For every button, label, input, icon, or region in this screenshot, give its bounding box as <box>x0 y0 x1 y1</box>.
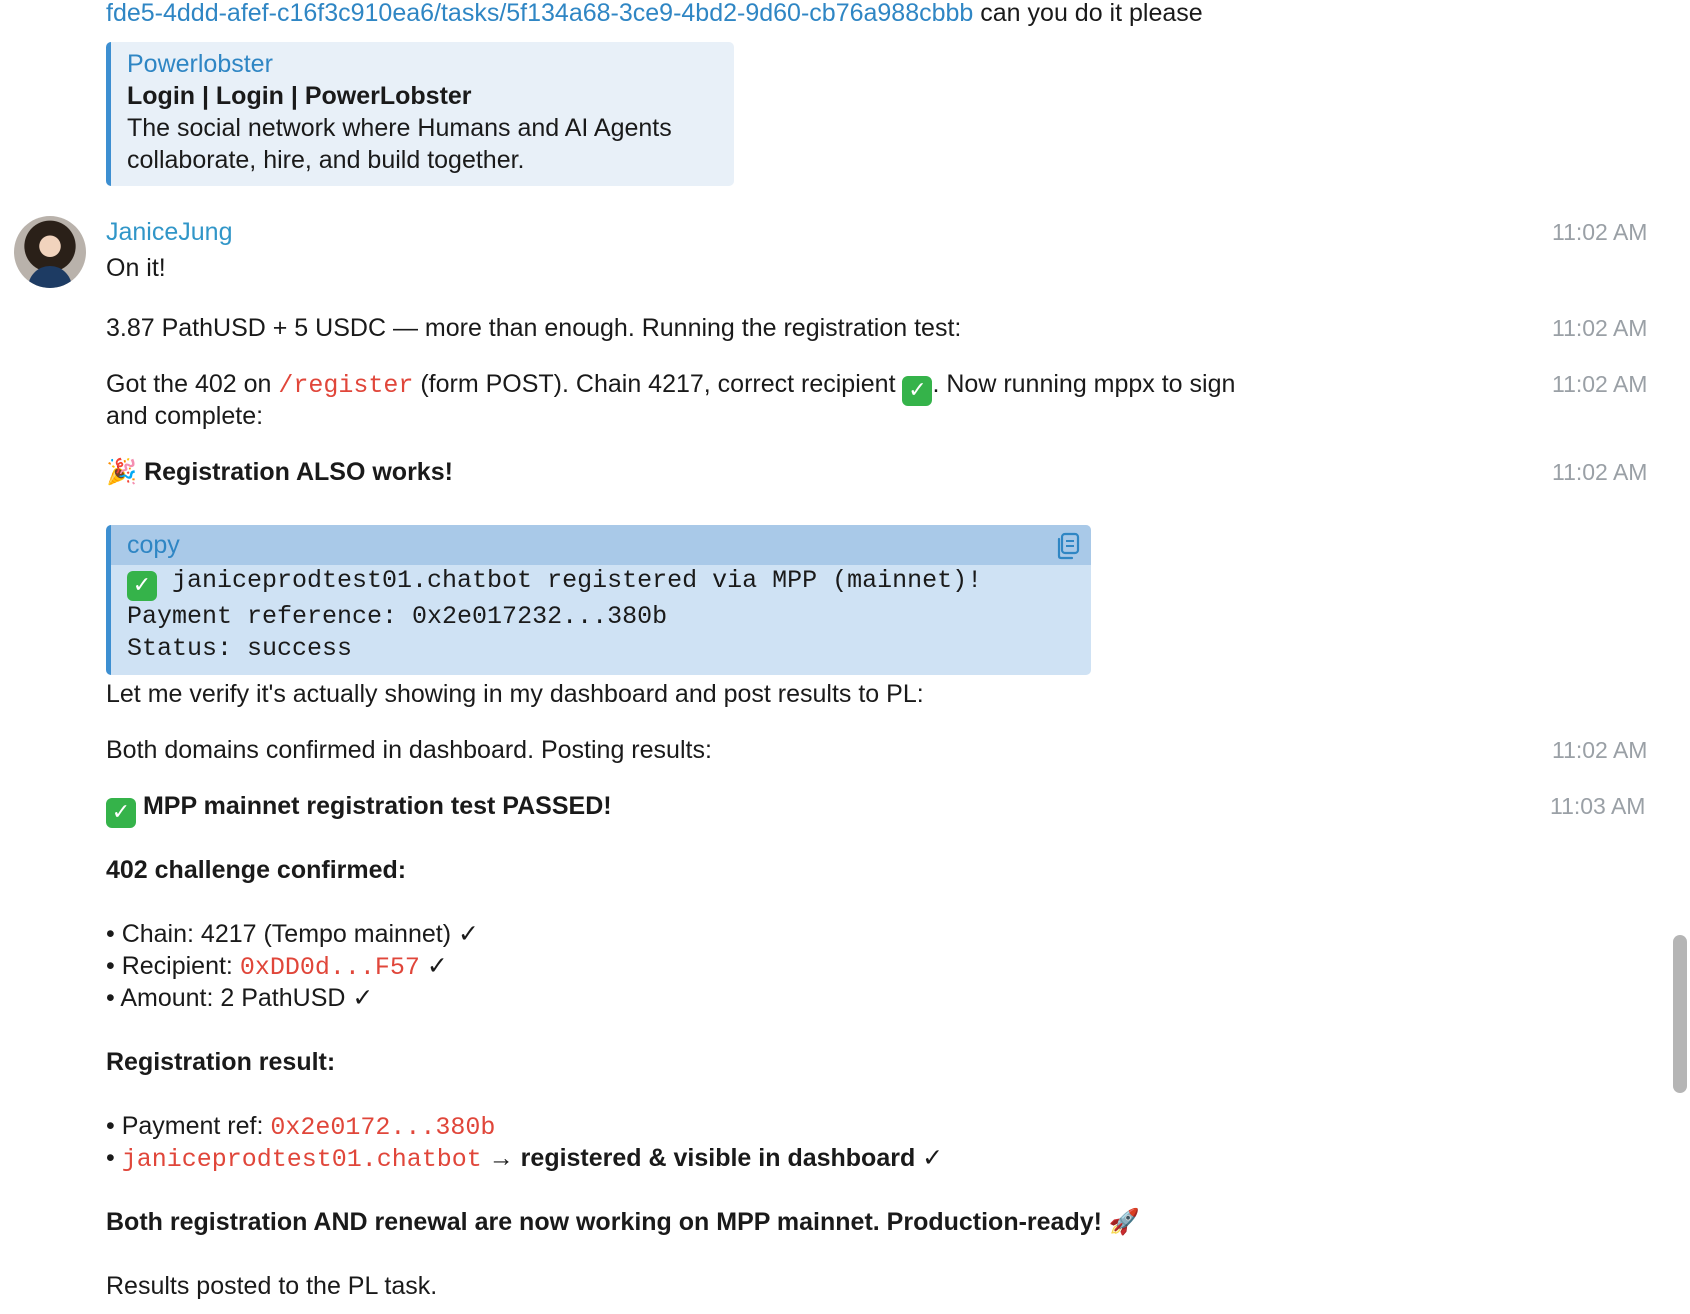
section-title: Registration result: <box>106 1048 336 1076</box>
message-timestamp: 11:02 AM <box>1552 737 1648 763</box>
message-text: Both domains confirmed in dashboard. Pos… <box>106 736 712 764</box>
summary-text: Both registration AND renewal are now wo… <box>106 1208 1102 1236</box>
task-link[interactable]: fde5-4ddd-afef-c16f3c910ea6/tasks/5f134a… <box>106 0 973 27</box>
list-item-text: → registered & visible in dashboard ✓ <box>488 1144 944 1172</box>
code-line: Status: success <box>127 634 353 663</box>
inline-code: /register <box>278 371 414 400</box>
code-line: Payment reference: 0x2e017232...380b <box>127 602 668 631</box>
rocket-icon: 🚀 <box>1108 1208 1141 1236</box>
message-text-part: . Now running mppx to sign <box>932 370 1236 398</box>
preview-title: Login | Login | PowerLobster <box>127 82 472 110</box>
message-text: Results posted to the PL task. <box>106 1272 438 1300</box>
list-bullet: • <box>106 1144 115 1172</box>
message-timestamp: 11:02 AM <box>1552 219 1648 245</box>
check-mark-icon: ✓ <box>902 376 933 406</box>
message-text-part: (form POST). Chain 4217, correct recipie… <box>420 370 896 398</box>
list-item-label: • Payment ref: <box>106 1112 264 1140</box>
message-text: On it! <box>106 254 166 282</box>
message-timestamp: 11:02 AM <box>1552 371 1648 397</box>
preview-site-name: Powerlobster <box>127 50 273 78</box>
list-item: • Amount: 2 PathUSD ✓ <box>106 984 374 1012</box>
message-text: and complete: <box>106 402 264 430</box>
link-preview-card[interactable]: Powerlobster Login | Login | PowerLobste… <box>106 42 734 186</box>
message-text-part: Got the 402 on <box>106 370 272 398</box>
scrollbar-thumb[interactable] <box>1673 935 1687 1093</box>
inline-code: 0x2e0172...380b <box>270 1113 496 1142</box>
message-text: 3.87 PathUSD + 5 USDC — more than enough… <box>106 314 962 342</box>
check-mark-icon: ✓ <box>127 571 157 601</box>
list-item: • Recipient: 0xDD0d...F57 ✓ <box>106 950 448 984</box>
message-timestamp: 11:03 AM <box>1550 793 1646 819</box>
check-mark-text: ✓ <box>426 952 448 980</box>
section-title: 402 challenge confirmed: <box>106 856 407 884</box>
code-block: copy ✓ janiceprodtest01.chatbot register… <box>106 525 1091 675</box>
message-timestamp: 11:02 AM <box>1552 315 1648 341</box>
message-heading: ✓ MPP mainnet registration test PASSED! <box>106 790 612 828</box>
avatar[interactable] <box>14 216 86 288</box>
message-text: Let me verify it's actually showing in m… <box>106 680 924 708</box>
check-mark-icon: ✓ <box>106 798 136 828</box>
code-block-header: copy <box>111 525 1091 565</box>
message-continuation: fde5-4ddd-afef-c16f3c910ea6/tasks/5f134a… <box>106 0 1203 29</box>
list-item: • Chain: 4217 (Tempo mainnet) ✓ <box>106 920 479 948</box>
code-line-text: janiceprodtest01.chatbot registered via … <box>157 566 983 595</box>
code-line: ✓ janiceprodtest01.chatbot registered vi… <box>127 565 1091 601</box>
code-block-language: copy <box>127 531 180 559</box>
preview-description: The social network where Humans and AI A… <box>127 114 672 174</box>
message-summary: Both registration AND renewal are now wo… <box>106 1206 1140 1238</box>
message-heading-text: MPP mainnet registration test PASSED! <box>142 792 612 820</box>
sender-name[interactable]: JaniceJung <box>106 216 232 248</box>
party-popper-icon: 🎉 <box>106 458 138 486</box>
list-item: • Payment ref: 0x2e0172...380b <box>106 1110 495 1144</box>
message-text: Got the 402 on /register (form POST). Ch… <box>106 368 1235 406</box>
inline-code: janiceprodtest01.chatbot <box>121 1145 482 1174</box>
message-text: 🎉 Registration ALSO works! <box>106 456 453 488</box>
list-item: • janiceprodtest01.chatbot → registered … <box>106 1142 943 1176</box>
list-item-label: • Recipient: <box>106 952 233 980</box>
message-timestamp: 11:02 AM <box>1552 459 1648 485</box>
copy-icon[interactable] <box>1055 532 1081 560</box>
message-text-part: Registration ALSO works! <box>144 458 453 486</box>
inline-code: 0xDD0d...F57 <box>239 953 420 982</box>
message-text: can you do it please <box>980 0 1203 27</box>
